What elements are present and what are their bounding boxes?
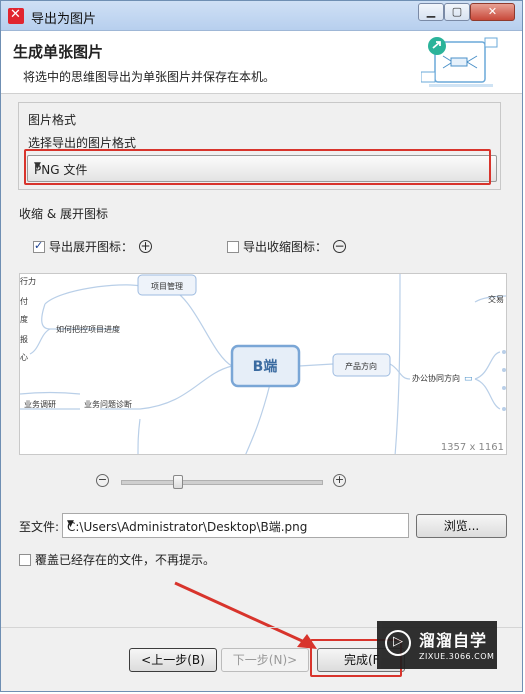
- page-title: 生成单张图片: [13, 43, 104, 61]
- zoom-out-button[interactable]: −: [96, 474, 109, 487]
- export-image-dialog: 导出为图片 ▁ ▢ ✕ 生成单张图片 将选中的思维图导出为单张图片并保存在本机。…: [0, 0, 523, 692]
- zoom-slider-thumb[interactable]: [173, 475, 183, 489]
- play-logo-icon: [385, 630, 411, 656]
- mindmap-node-business-research: 业务调研: [24, 399, 56, 409]
- xmind-app-icon: [8, 7, 24, 24]
- wizard-header: 生成单张图片 将选中的思维图导出为单张图片并保存在本机。: [1, 31, 522, 94]
- export-expand-icon-checkbox[interactable]: [33, 239, 45, 253]
- mindmap-center-text: B端: [253, 358, 278, 375]
- export-expand-icon-label: 导出展开图标：: [49, 240, 134, 254]
- mindmap-fragment-1: 行力: [20, 276, 36, 286]
- watermark-subtitle: ZIXUE.3066.COM: [419, 652, 495, 661]
- maximize-button[interactable]: ▢: [444, 3, 470, 21]
- watermark-title: 溜溜自学: [419, 631, 488, 650]
- mindmap-node-control-progress: 如何把控项目进度: [56, 324, 120, 334]
- image-format-group: 图片格式 选择导出的图片格式 PNG 文件 ▼: [18, 102, 501, 190]
- zoom-control: − +: [96, 474, 346, 490]
- expand-plus-icon: +: [139, 239, 153, 253]
- mindmap-fragment-5: 心: [20, 353, 28, 362]
- image-dimensions: 1357 x 1161: [441, 442, 504, 453]
- mindmap-node-business-diagnosis: 业务问题诊断: [84, 399, 132, 409]
- overwrite-label: 覆盖已经存在的文件，不再提示。: [35, 553, 216, 567]
- zoom-slider-track[interactable]: [121, 475, 323, 489]
- overwrite-option[interactable]: 覆盖已经存在的文件，不再提示。: [19, 551, 215, 568]
- chevron-down-icon[interactable]: ▼: [67, 519, 403, 529]
- export-expand-icon-option[interactable]: 导出展开图标： +: [33, 238, 153, 255]
- next-step-button[interactable]: 下一步(N)>: [221, 648, 309, 672]
- red-arrow-annotation: [174, 581, 317, 649]
- title-bar: 导出为图片 ▁ ▢ ✕: [1, 1, 522, 31]
- export-collapse-icon-label: 导出收缩图标：: [243, 240, 328, 254]
- previous-step-button[interactable]: <上一步(B): [129, 648, 217, 672]
- file-path-combobox[interactable]: C:\Users\Administrator\Desktop\B端.png ▼: [62, 513, 409, 538]
- mindmap-fragment-4: 报: [20, 334, 28, 344]
- export-collapse-icon-checkbox[interactable]: [227, 240, 239, 253]
- image-format-group-label: 图片格式: [28, 113, 77, 127]
- collapse-minus-icon: −: [333, 239, 347, 253]
- mindmap-node-product-dir-text: 产品方向: [345, 361, 377, 371]
- window-title: 导出为图片: [31, 12, 97, 27]
- mindmap-node-trade: 交易: [488, 294, 504, 304]
- zoom-in-button[interactable]: +: [333, 474, 346, 487]
- minimize-button[interactable]: ▁: [418, 3, 444, 21]
- file-path-label: 至文件:: [19, 520, 60, 534]
- chevron-down-icon: ▼: [34, 161, 41, 171]
- close-button[interactable]: ✕: [470, 3, 515, 21]
- image-format-dropdown[interactable]: PNG 文件 ▼: [27, 155, 497, 182]
- mindmap-fragment-2: 付: [20, 296, 28, 306]
- mindmap-node-office-collab: 办公协同方向: [412, 373, 460, 383]
- browse-button[interactable]: 浏览...: [416, 514, 507, 538]
- collapse-expand-icons-label: 收缩 & 展开图标: [19, 207, 108, 221]
- image-preview[interactable]: B端 项目管理 产品方向 办公协同方向 ▭ 交易 如何把控项目进度 业务调研 业…: [19, 273, 507, 455]
- mindmap-fragment-3: 度: [20, 314, 28, 324]
- mindmap-preview-canvas: B端 项目管理 产品方向 办公协同方向 ▭ 交易 如何把控项目进度 业务调研 业…: [20, 274, 506, 454]
- image-format-select-label: 选择导出的图片格式: [28, 136, 137, 150]
- watermark-logo: 溜溜自学 ZIXUE.3066.COM: [377, 621, 497, 669]
- comment-icon: ▭: [464, 374, 473, 384]
- export-collapse-icon-option[interactable]: 导出收缩图标： −: [227, 238, 347, 255]
- page-description: 将选中的思维图导出为单张图片并保存在本机。: [23, 70, 276, 84]
- export-image-illustration-icon: [421, 37, 498, 87]
- overwrite-checkbox[interactable]: [19, 553, 31, 566]
- mindmap-node-project-mgmt-text: 项目管理: [151, 281, 183, 291]
